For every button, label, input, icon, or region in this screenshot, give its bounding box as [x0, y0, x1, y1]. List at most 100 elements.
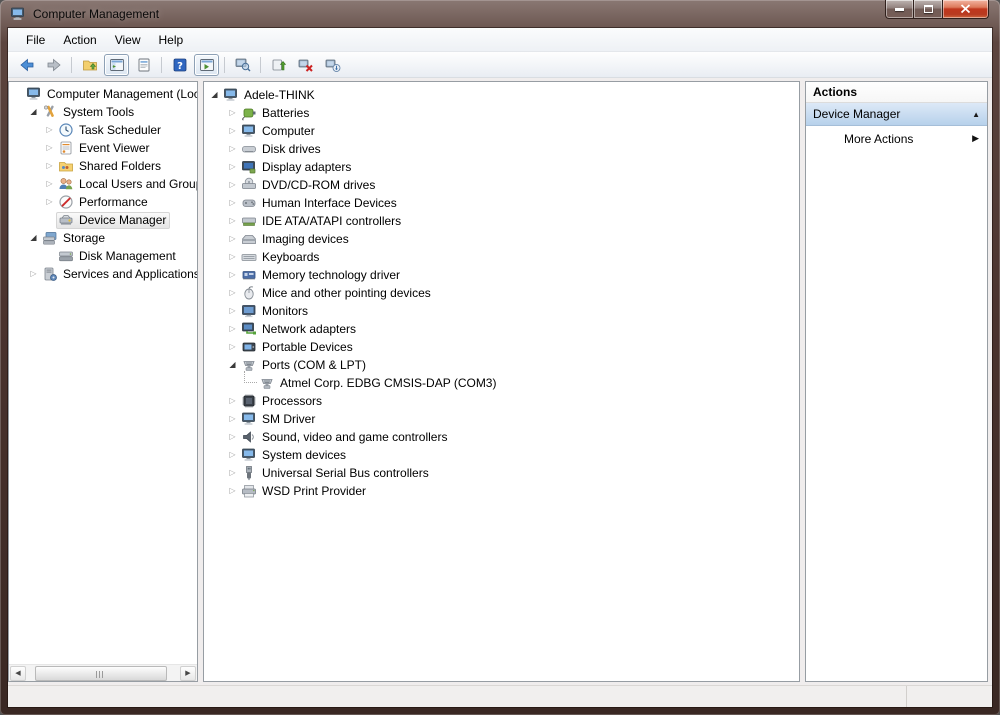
- tree-item-content: SM Driver: [239, 411, 319, 428]
- expand-expanded-icon[interactable]: ◢: [208, 86, 221, 104]
- menu-item-file[interactable]: File: [17, 29, 54, 51]
- device-tree-item-display-adapters[interactable]: ▷Display adapters: [204, 158, 799, 176]
- device-tree-item-atmel-corp-edbg-cmsis-dap-com3[interactable]: Atmel Corp. EDBG CMSIS-DAP (COM3): [204, 374, 799, 392]
- computer-icon: [241, 411, 257, 427]
- scroll-right-button[interactable]: ▶: [180, 666, 196, 681]
- expand-collapsed-icon[interactable]: ▷: [226, 104, 239, 122]
- forward-button[interactable]: [41, 54, 66, 76]
- expand-collapsed-icon[interactable]: ▷: [27, 265, 40, 283]
- device-tree-item-ports-com-lpt[interactable]: ◢Ports (COM & LPT): [204, 356, 799, 374]
- help-button[interactable]: [167, 54, 192, 76]
- collapse-group-icon[interactable]: ▲: [972, 110, 980, 119]
- tree-item-content: Memory technology driver: [239, 267, 404, 284]
- expand-collapsed-icon[interactable]: ▷: [226, 338, 239, 356]
- device-tree-item-mice-and-other-pointing-devices[interactable]: ▷Mice and other pointing devices: [204, 284, 799, 302]
- expand-collapsed-icon[interactable]: ▷: [226, 176, 239, 194]
- expand-collapsed-icon[interactable]: ▷: [226, 464, 239, 482]
- console-tree-item-shared-folders[interactable]: ▷Shared Folders: [9, 157, 197, 175]
- scrollbar-track[interactable]: [27, 666, 179, 681]
- expand-expanded-icon[interactable]: ◢: [27, 229, 40, 247]
- device-tree-item-monitors[interactable]: ▷Monitors: [204, 302, 799, 320]
- device-tree-item-batteries[interactable]: ▷Batteries: [204, 104, 799, 122]
- title-bar[interactable]: Computer Management: [0, 0, 1000, 28]
- expand-collapsed-icon[interactable]: ▷: [226, 284, 239, 302]
- show-action-pane-button[interactable]: [194, 54, 219, 76]
- device-tree-item-sm-driver[interactable]: ▷SM Driver: [204, 410, 799, 428]
- expand-collapsed-icon[interactable]: ▷: [226, 194, 239, 212]
- console-tree-item-event-viewer[interactable]: ▷Event Viewer: [9, 139, 197, 157]
- actions-group-device-manager[interactable]: Device Manager ▲: [806, 103, 987, 126]
- expand-collapsed-icon[interactable]: ▷: [226, 482, 239, 500]
- device-tree-item-computer[interactable]: ▷Computer: [204, 122, 799, 140]
- close-icon: [960, 4, 971, 14]
- device-tree-item-memory-technology-driver[interactable]: ▷Memory technology driver: [204, 266, 799, 284]
- device-tree-item-portable-devices[interactable]: ▷Portable Devices: [204, 338, 799, 356]
- device-tree-item-keyboards[interactable]: ▷Keyboards: [204, 248, 799, 266]
- device-tree-item-adele-think[interactable]: ◢Adele-THINK: [204, 86, 799, 104]
- expand-collapsed-icon[interactable]: ▷: [226, 266, 239, 284]
- close-button[interactable]: [942, 0, 989, 19]
- maximize-button[interactable]: [914, 0, 942, 19]
- scroll-left-icon: ◀: [15, 669, 20, 677]
- console-tree-item-storage[interactable]: ◢Storage: [9, 229, 197, 247]
- device-tree-item-system-devices[interactable]: ▷System devices: [204, 446, 799, 464]
- menu-item-action[interactable]: Action: [54, 29, 105, 51]
- expand-collapsed-icon[interactable]: ▷: [226, 140, 239, 158]
- expand-collapsed-icon[interactable]: ▷: [43, 193, 56, 211]
- uninstall-button[interactable]: [293, 54, 318, 76]
- refresh-button[interactable]: [230, 54, 255, 76]
- scrollbar-thumb[interactable]: [35, 666, 167, 681]
- menu-item-view[interactable]: View: [106, 29, 150, 51]
- device-tree-item-wsd-print-provider[interactable]: ▷WSD Print Provider: [204, 482, 799, 500]
- device-tree-item-human-interface-devices[interactable]: ▷Human Interface Devices: [204, 194, 799, 212]
- device-tree-item-sound-video-and-game-controllers[interactable]: ▷Sound, video and game controllers: [204, 428, 799, 446]
- expand-collapsed-icon[interactable]: ▷: [226, 428, 239, 446]
- console-tree-item-system-tools[interactable]: ◢System Tools: [9, 103, 197, 121]
- menu-item-help[interactable]: Help: [150, 29, 193, 51]
- console-tree-item-device-manager[interactable]: Device Manager: [9, 211, 197, 229]
- expand-collapsed-icon[interactable]: ▷: [43, 139, 56, 157]
- scan-hardware-changes-button[interactable]: [320, 54, 345, 76]
- expand-collapsed-icon[interactable]: ▷: [226, 212, 239, 230]
- minimize-button[interactable]: [885, 0, 914, 19]
- expand-collapsed-icon[interactable]: ▷: [226, 392, 239, 410]
- expand-collapsed-icon[interactable]: ▷: [226, 122, 239, 140]
- device-tree-item-dvd-cd-rom-drives[interactable]: ▷DVD/CD-ROM drives: [204, 176, 799, 194]
- printer-icon: [241, 483, 257, 499]
- console-tree-item-task-scheduler[interactable]: ▷Task Scheduler: [9, 121, 197, 139]
- console-tree-item-disk-management[interactable]: Disk Management: [9, 247, 197, 265]
- horizontal-scrollbar[interactable]: ◀ ▶: [9, 664, 197, 681]
- console-tree-item-local-users-and-groups[interactable]: ▷Local Users and Groups: [9, 175, 197, 193]
- expand-collapsed-icon[interactable]: ▷: [226, 248, 239, 266]
- expand-collapsed-icon[interactable]: ▷: [226, 320, 239, 338]
- properties-button[interactable]: [131, 54, 156, 76]
- show-console-tree-button[interactable]: [104, 54, 129, 76]
- console-tree-item-computer-management-local[interactable]: Computer Management (Local): [9, 85, 197, 103]
- expand-collapsed-icon[interactable]: ▷: [43, 121, 56, 139]
- expand-collapsed-icon[interactable]: ▷: [226, 446, 239, 464]
- device-tree-item-processors[interactable]: ▷Processors: [204, 392, 799, 410]
- expand-expanded-icon[interactable]: ◢: [226, 356, 239, 374]
- device-tree-item-universal-serial-bus-controllers[interactable]: ▷Universal Serial Bus controllers: [204, 464, 799, 482]
- expand-collapsed-icon[interactable]: ▷: [226, 230, 239, 248]
- console-tree-item-services-and-applications[interactable]: ▷Services and Applications: [9, 265, 197, 283]
- diskdrive-icon: [241, 141, 257, 157]
- device-tree-item-imaging-devices[interactable]: ▷Imaging devices: [204, 230, 799, 248]
- expand-collapsed-icon[interactable]: ▷: [226, 410, 239, 428]
- console-tree-item-performance[interactable]: ▷Performance: [9, 193, 197, 211]
- expand-collapsed-icon[interactable]: ▷: [226, 302, 239, 320]
- device-tree-item-network-adapters[interactable]: ▷Network adapters: [204, 320, 799, 338]
- tree-item-content: Disk Management: [56, 248, 180, 265]
- device-tree-item-disk-drives[interactable]: ▷Disk drives: [204, 140, 799, 158]
- up-one-level-button[interactable]: [77, 54, 102, 76]
- expand-expanded-icon[interactable]: ◢: [27, 103, 40, 121]
- tree-item-content: Mice and other pointing devices: [239, 285, 435, 302]
- device-tree-item-ide-ata-atapi-controllers[interactable]: ▷IDE ATA/ATAPI controllers: [204, 212, 799, 230]
- scroll-left-button[interactable]: ◀: [10, 666, 26, 681]
- expand-collapsed-icon[interactable]: ▷: [226, 158, 239, 176]
- more-actions-item[interactable]: More Actions ▶: [806, 126, 987, 151]
- back-button[interactable]: [14, 54, 39, 76]
- expand-collapsed-icon[interactable]: ▷: [43, 175, 56, 193]
- expand-collapsed-icon[interactable]: ▷: [43, 157, 56, 175]
- update-driver-button[interactable]: [266, 54, 291, 76]
